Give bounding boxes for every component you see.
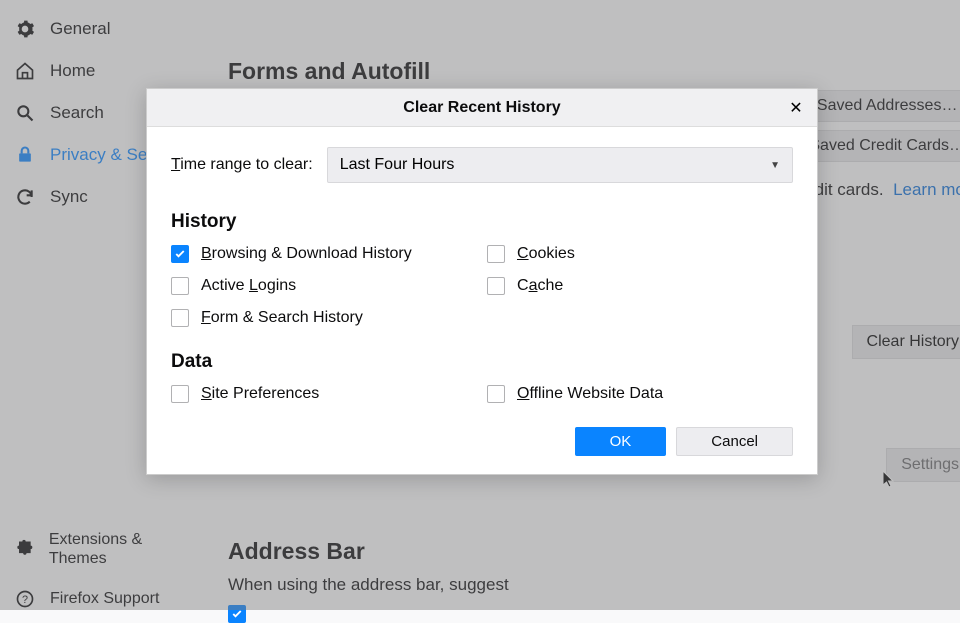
dialog-title: Clear Recent History (403, 99, 560, 117)
time-range-value: Last Four Hours (340, 156, 455, 174)
clear-history-dialog: Clear Recent History ✕ Time range to cle… (146, 88, 818, 475)
cache-label: Cache (517, 277, 563, 295)
cache-checkbox[interactable] (487, 277, 505, 295)
dialog-button-row: OK Cancel (171, 427, 793, 456)
form-label: Form & Search History (201, 309, 363, 327)
dialog-header: Clear Recent History ✕ (147, 89, 817, 127)
offline-checkbox[interactable] (487, 385, 505, 403)
logins-checkbox[interactable] (171, 277, 189, 295)
browsing-label: Browsing & Download History (201, 245, 412, 263)
logins-row: Active Logins (171, 277, 477, 295)
cancel-button[interactable]: Cancel (676, 427, 793, 456)
ok-button[interactable]: OK (575, 427, 667, 456)
offline-label: Offline Website Data (517, 385, 663, 403)
history-group-title: History (171, 211, 793, 233)
browsing-row: Browsing & Download History (171, 245, 477, 263)
form-checkbox[interactable] (171, 309, 189, 327)
cookies-row: Cookies (487, 245, 793, 263)
site-label: Site Preferences (201, 385, 319, 403)
cookies-label: Cookies (517, 245, 575, 263)
browsing-checkbox[interactable] (171, 245, 189, 263)
data-group-title: Data (171, 351, 793, 373)
data-checkbox-grid: Site Preferences Offline Website Data (171, 385, 793, 403)
chevron-down-icon: ▼ (770, 160, 780, 171)
logins-label: Active Logins (201, 277, 296, 295)
offline-row: Offline Website Data (487, 385, 793, 403)
time-range-row: Time range to clear: Last Four Hours ▼ (171, 147, 793, 183)
time-range-label: Time range to clear: (171, 156, 313, 174)
time-range-select[interactable]: Last Four Hours ▼ (327, 147, 793, 183)
form-row: Form & Search History (171, 309, 477, 327)
dialog-body: Time range to clear: Last Four Hours ▼ H… (147, 127, 817, 474)
cache-row: Cache (487, 277, 793, 295)
cookies-checkbox[interactable] (487, 245, 505, 263)
close-icon[interactable]: ✕ (785, 97, 807, 119)
site-checkbox[interactable] (171, 385, 189, 403)
history-checkbox-grid: Browsing & Download History Cookies Acti… (171, 245, 793, 327)
site-row: Site Preferences (171, 385, 477, 403)
